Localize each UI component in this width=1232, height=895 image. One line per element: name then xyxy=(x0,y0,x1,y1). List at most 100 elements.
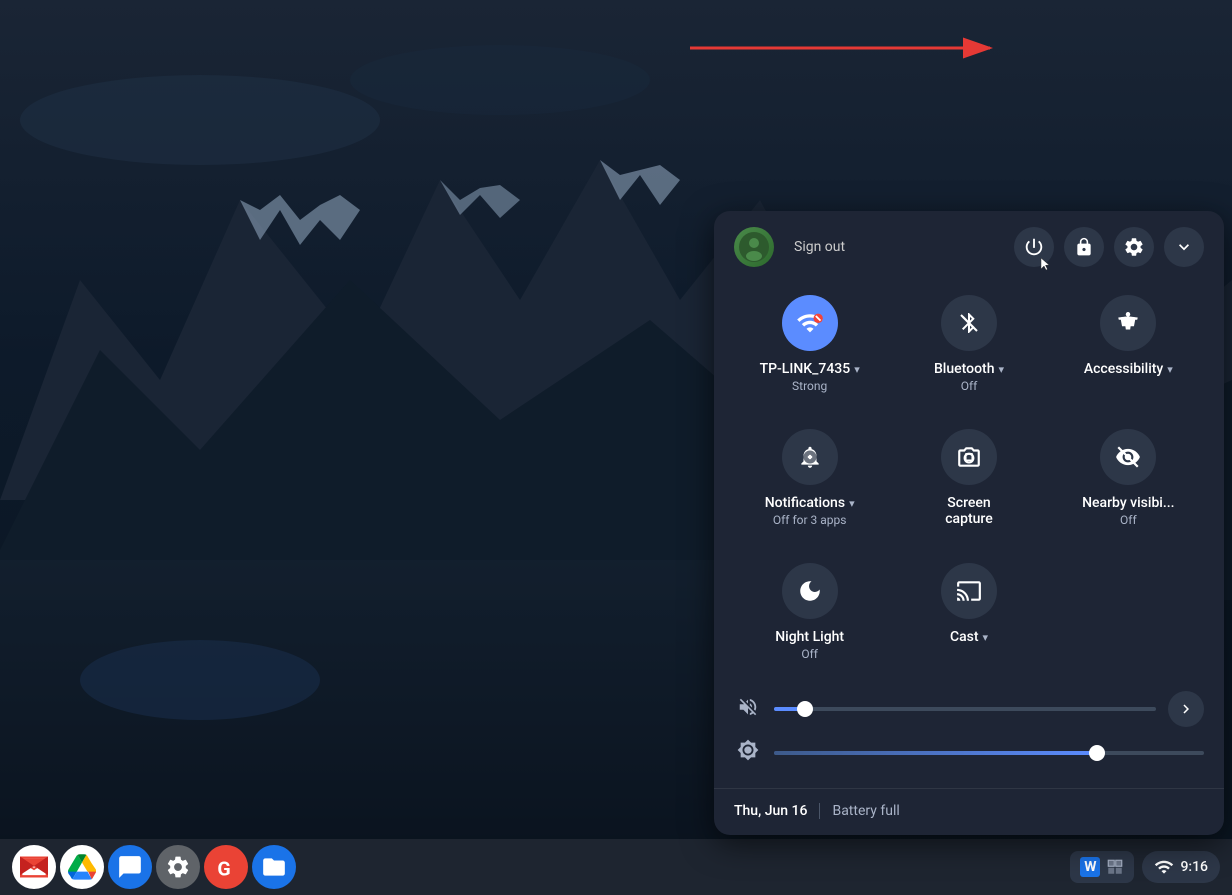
night-light-icon xyxy=(797,578,823,604)
notifications-toggle[interactable]: Notifications ▾ Off for 3 apps xyxy=(730,409,889,543)
volume-track[interactable] xyxy=(774,707,1156,711)
red-arrow-svg xyxy=(680,28,1010,68)
volume-muted-icon xyxy=(737,696,759,718)
notifications-icon xyxy=(797,444,823,470)
volume-expand-button[interactable] xyxy=(1168,691,1204,727)
toggles-row-1: TP-LINK_7435 ▾ Strong Bluetooth ▾ Off xyxy=(714,275,1224,409)
wifi-icon xyxy=(796,309,824,337)
accessibility-toggle[interactable]: Accessibility ▾ xyxy=(1049,275,1208,409)
accessibility-dropdown-arrow: ▾ xyxy=(1167,363,1173,376)
power-icon xyxy=(1023,236,1045,258)
panel-footer: Thu, Jun 16 Battery full xyxy=(714,788,1224,835)
taskbar-messages[interactable] xyxy=(108,845,152,889)
signout-label: Sign out xyxy=(794,239,845,255)
bluetooth-dropdown-arrow: ▾ xyxy=(998,363,1004,376)
cast-dropdown-arrow: ▾ xyxy=(983,631,989,644)
wifi-label-row: TP-LINK_7435 ▾ xyxy=(760,361,860,377)
collapse-button[interactable] xyxy=(1164,227,1204,267)
taskbar-wifi-icon xyxy=(1154,857,1174,877)
avatar-icon xyxy=(739,232,769,262)
chevron-right-icon xyxy=(1177,700,1195,718)
nearby-icon-circle xyxy=(1100,429,1156,485)
bluetooth-sublabel: Off xyxy=(961,379,978,393)
accessibility-icon-circle xyxy=(1100,295,1156,351)
screen-capture-toggle[interactable]: Screencapture xyxy=(889,409,1048,543)
panel-header: Sign out xyxy=(714,211,1224,275)
brightness-track[interactable] xyxy=(774,751,1204,755)
cast-icon-circle xyxy=(941,563,997,619)
nearby-sublabel: Off xyxy=(1120,513,1137,527)
brightness-thumb[interactable] xyxy=(1089,745,1105,761)
notifications-label-row: Notifications ▾ xyxy=(765,495,855,511)
toggles-row-2: Notifications ▾ Off for 3 apps Screencap… xyxy=(714,409,1224,543)
brightness-icon xyxy=(734,739,762,766)
bluetooth-toggle[interactable]: Bluetooth ▾ Off xyxy=(889,275,1048,409)
chevron-down-icon xyxy=(1174,237,1194,257)
taskbar-settings[interactable] xyxy=(156,845,200,889)
mute-icon[interactable] xyxy=(734,696,762,723)
footer-battery: Battery full xyxy=(832,803,899,819)
nearby-visibility-toggle[interactable]: Nearby visibi... Off xyxy=(1049,409,1208,543)
screen-capture-label: Screencapture xyxy=(945,495,993,527)
word-indicator: W xyxy=(1080,857,1100,877)
wifi-label: TP-LINK_7435 xyxy=(760,361,851,377)
cast-icon xyxy=(956,578,982,604)
bluetooth-label-row: Bluetooth ▾ xyxy=(934,361,1004,377)
red-arrow-annotation xyxy=(680,28,1010,68)
window-icon xyxy=(1106,858,1124,876)
notifications-sublabel: Off for 3 apps xyxy=(773,513,847,527)
gear-icon xyxy=(1123,236,1145,258)
taskbar-right: W 9:16 xyxy=(1070,851,1220,883)
active-windows[interactable]: W xyxy=(1070,851,1134,883)
night-light-icon-circle xyxy=(782,563,838,619)
files-icon xyxy=(261,854,287,880)
taskbar-gmail[interactable] xyxy=(12,845,56,889)
settings-icon xyxy=(165,854,191,880)
accessibility-label-row: Accessibility ▾ xyxy=(1084,361,1173,377)
cast-toggle[interactable]: Cast ▾ xyxy=(889,543,1048,677)
taskbar-google[interactable]: G xyxy=(204,845,248,889)
svg-text:G: G xyxy=(217,858,230,880)
system-tray[interactable]: 9:16 xyxy=(1142,851,1220,883)
bluetooth-label: Bluetooth xyxy=(934,361,995,377)
gmail-icon xyxy=(20,856,48,878)
volume-thumb[interactable] xyxy=(797,701,813,717)
wifi-toggle[interactable]: TP-LINK_7435 ▾ Strong xyxy=(730,275,889,409)
lock-button[interactable] xyxy=(1064,227,1104,267)
wifi-sublabel: Strong xyxy=(792,379,827,393)
footer-divider xyxy=(819,803,820,819)
sliders-section xyxy=(714,677,1224,784)
taskbar-drive[interactable] xyxy=(60,845,104,889)
nearby-label: Nearby visibi... xyxy=(1082,495,1174,511)
header-buttons xyxy=(1014,227,1204,267)
settings-button[interactable] xyxy=(1114,227,1154,267)
nearby-off-icon xyxy=(1115,444,1141,470)
power-button[interactable] xyxy=(1014,227,1054,267)
night-light-sublabel: Off xyxy=(801,647,818,661)
toggles-row-3: Night Light Off Cast ▾ xyxy=(714,543,1224,677)
wifi-dropdown-arrow: ▾ xyxy=(854,363,860,376)
brightness-fill xyxy=(774,751,1097,755)
volume-slider-row xyxy=(734,685,1204,733)
google-icon: G xyxy=(213,854,239,880)
notifications-label: Notifications xyxy=(765,495,845,511)
lock-icon xyxy=(1074,237,1094,257)
drive-icon xyxy=(68,853,96,881)
taskbar-files[interactable] xyxy=(252,845,296,889)
accessibility-icon xyxy=(1115,310,1141,336)
notifications-dropdown-arrow: ▾ xyxy=(849,497,855,510)
user-section: Sign out xyxy=(734,227,845,267)
wifi-icon-circle xyxy=(782,295,838,351)
taskbar-apps: G xyxy=(12,845,296,889)
accessibility-label: Accessibility xyxy=(1084,361,1163,377)
night-light-toggle[interactable]: Night Light Off xyxy=(730,543,889,677)
night-light-label: Night Light xyxy=(775,629,844,645)
bluetooth-icon xyxy=(957,311,981,335)
cast-label-row: Cast ▾ xyxy=(950,629,988,645)
bluetooth-icon-circle xyxy=(941,295,997,351)
quick-settings-panel: Sign out xyxy=(714,211,1224,835)
brightness-svg-icon xyxy=(737,739,759,761)
notifications-icon-circle xyxy=(782,429,838,485)
footer-date: Thu, Jun 16 xyxy=(734,803,807,819)
taskbar: G W 9:16 xyxy=(0,839,1232,895)
